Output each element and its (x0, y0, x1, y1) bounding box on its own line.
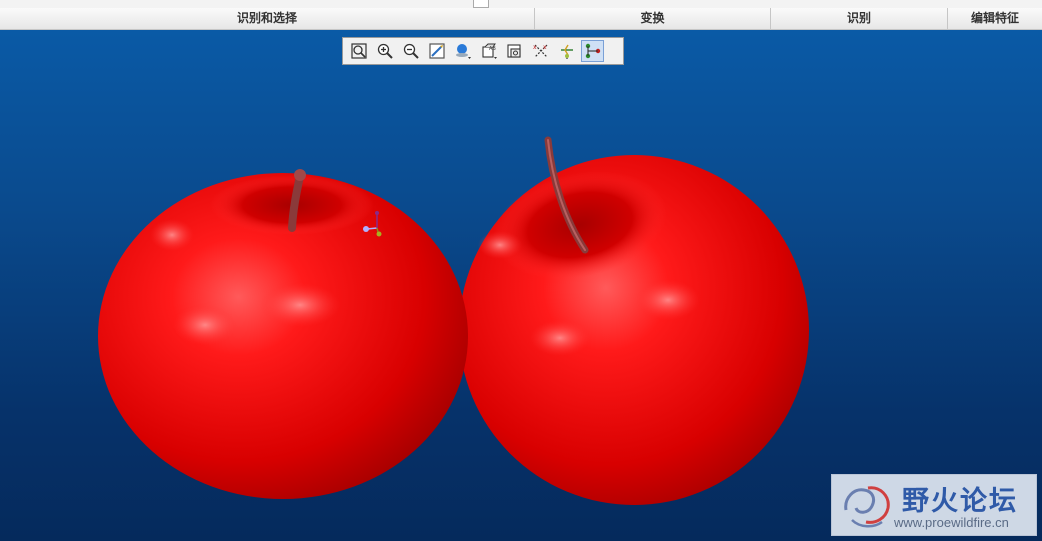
svg-text:x: x (533, 44, 537, 51)
group-label-identify[interactable]: 识别 (771, 8, 948, 29)
zoom-out-icon[interactable] (399, 40, 422, 62)
datum-display-icon[interactable]: xx (529, 40, 552, 62)
apple-left[interactable] (98, 169, 468, 499)
group-label-transform[interactable]: 变换 (535, 8, 771, 29)
refit-icon[interactable] (347, 40, 370, 62)
saved-orientations-icon[interactable]: AB (477, 40, 500, 62)
group-label-edit-feature[interactable]: 编辑特征 (948, 8, 1042, 29)
watermark-url: www.proewildfire.cn (894, 515, 1009, 530)
display-style-icon[interactable] (451, 40, 474, 62)
repaint-icon[interactable] (425, 40, 448, 62)
spin-center-icon[interactable] (555, 40, 578, 62)
watermark: 野火论坛 www.proewildfire.cn (831, 474, 1037, 536)
svg-text:x: x (543, 44, 547, 51)
ribbon-checkbox[interactable] (473, 0, 489, 8)
annotation-display-icon[interactable] (581, 40, 604, 62)
view-manager-icon[interactable] (503, 40, 526, 62)
svg-text:AB: AB (489, 46, 496, 52)
graphics-toolbar: AB xx (342, 37, 624, 65)
ribbon-group-bar: 识别和选择 变换 识别 编辑特征 (0, 8, 1042, 30)
group-label-select[interactable]: 识别和选择 (0, 8, 535, 29)
zoom-in-icon[interactable] (373, 40, 396, 62)
model-scene[interactable] (0, 30, 1042, 541)
watermark-title: 野火论坛 (902, 486, 1018, 517)
watermark-logo-icon (844, 486, 890, 528)
apple-right[interactable] (459, 136, 809, 505)
